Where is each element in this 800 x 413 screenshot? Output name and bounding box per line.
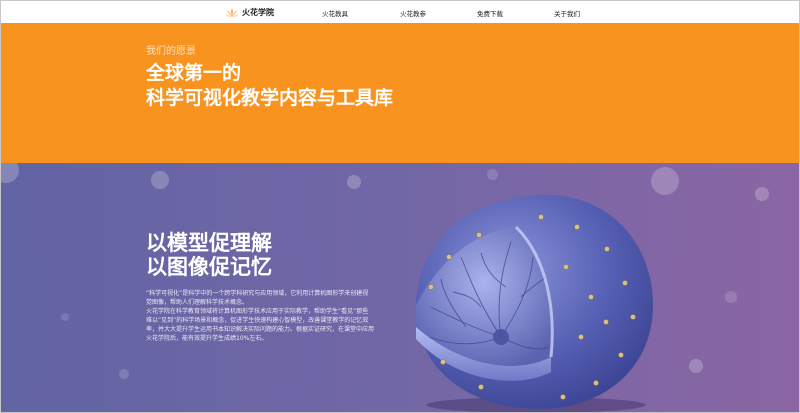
section-description: “科学可视化”是科学中的一个跨学科研究与应用领域，它利用计算机图形学来创建视觉图… <box>146 289 374 343</box>
bokeh-circle <box>1 163 19 183</box>
cell-sphere-illustration <box>416 195 653 412</box>
bokeh-circle <box>347 175 361 189</box>
description-paragraph-1: “科学可视化”是科学中的一个跨学科研究与应用领域，它利用计算机图形学来创建视觉图… <box>146 290 369 306</box>
vision-title-line-2: 科学可视化教学内容与工具库 <box>146 87 394 109</box>
page-frame: 火花学院 火花教具 火花教参 免费下载 关于我们 我们的愿景 全球第一的 科学可… <box>0 0 800 413</box>
section-title-line-2: 以图像促记忆 <box>146 255 272 279</box>
section-title-line-1: 以模型促理解 <box>146 231 272 255</box>
bokeh-circle <box>689 359 703 373</box>
brand-name: 火花学院 <box>242 7 274 17</box>
bokeh-circle <box>487 169 498 180</box>
nav-item-free-download[interactable]: 免费下载 <box>477 8 503 18</box>
nav-item-teaching-tools[interactable]: 火花教具 <box>322 8 348 18</box>
vision-subtitle: 我们的愿景 <box>146 46 196 57</box>
visualization-section: 以模型促理解 以图像促记忆 “科学可视化”是科学中的一个跨学科研究与应用领域，它… <box>1 163 799 412</box>
flame-logo-icon <box>225 7 239 17</box>
top-navigation: 火花学院 火花教具 火花教参 免费下载 关于我们 <box>1 1 799 24</box>
bokeh-circle <box>151 171 169 189</box>
bokeh-circle <box>725 291 737 303</box>
vision-title: 全球第一的 科学可视化教学内容与工具库 <box>146 61 393 111</box>
nav-item-about-us[interactable]: 关于我们 <box>554 8 580 18</box>
description-paragraph-2: 火花学院在科学教育领域将计算机图形学技术应用于实际教学，帮助学生“看见”那些难以… <box>146 308 375 342</box>
vision-banner: 我们的愿景 全球第一的 科学可视化教学内容与工具库 <box>1 23 799 163</box>
section-title: 以模型促理解 以图像促记忆 <box>146 231 272 279</box>
brand-logo-link[interactable]: 火花学院 <box>225 6 274 18</box>
vision-title-line-1: 全球第一的 <box>146 62 242 84</box>
nav-item-teaching-reference[interactable]: 火花教参 <box>400 8 426 18</box>
bokeh-circle <box>61 313 69 321</box>
bokeh-circle <box>119 369 129 379</box>
bokeh-circle <box>755 187 769 201</box>
